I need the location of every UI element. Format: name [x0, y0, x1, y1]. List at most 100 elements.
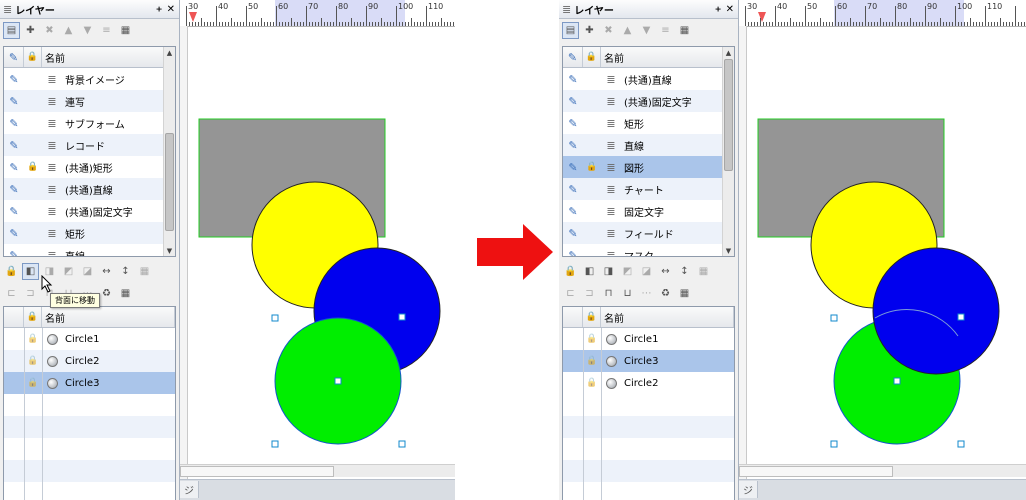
drawing-canvas[interactable] [739, 0, 1026, 500]
edit-pencil-icon[interactable]: ✎ [568, 95, 577, 108]
scroll-up-icon[interactable]: ▲ [723, 47, 734, 58]
layer-properties-icon[interactable]: ▦ [117, 22, 134, 39]
layer-row[interactable]: ✎ ≣ 直線 [563, 134, 734, 156]
layer-row[interactable]: ✎ ≣ 固定文字 [563, 200, 734, 222]
grid-icon[interactable]: ▦ [695, 263, 712, 280]
lock-icon[interactable]: 🔒 [586, 334, 597, 344]
send-to-back-icon[interactable]: ◩ [60, 263, 77, 280]
edit-pencil-icon[interactable]: ✎ [9, 117, 18, 130]
edit-pencil-icon[interactable]: ✎ [9, 249, 18, 257]
object-properties-icon[interactable]: ▦ [117, 285, 134, 302]
layer-row[interactable]: ✎ ≣ (共通)直線 [563, 68, 734, 90]
edit-pencil-icon[interactable]: ✎ [9, 95, 18, 108]
h-scroll-thumb[interactable] [180, 466, 334, 477]
object-row[interactable]: 🔒 Circle2 [4, 350, 175, 372]
align-left-icon[interactable]: ⊏ [3, 285, 20, 302]
scroll-down-icon[interactable]: ▼ [164, 245, 175, 256]
drawing-canvas[interactable] [180, 0, 455, 500]
edit-pencil-icon[interactable]: ✎ [9, 161, 18, 174]
object-row[interactable]: 🔒 Circle1 [4, 328, 175, 350]
layer-up-icon[interactable]: ▲ [60, 22, 77, 39]
edit-pencil-icon[interactable]: ✎ [9, 227, 18, 240]
edit-pencil-icon[interactable]: ✎ [9, 183, 18, 196]
lock-icon[interactable]: 🔒 [586, 162, 597, 172]
lock-icon[interactable]: 🔒 [27, 162, 38, 172]
send-to-back-icon[interactable]: ◩ [619, 263, 636, 280]
edit-pencil-icon[interactable]: ✎ [9, 73, 18, 86]
layer-down-icon[interactable]: ▼ [638, 22, 655, 39]
edit-pencil-icon[interactable]: ✎ [568, 73, 577, 86]
layer-row[interactable]: ✎ ≣ (共通)直線 [4, 178, 175, 200]
edit-pencil-icon[interactable]: ✎ [9, 205, 18, 218]
align-right-icon[interactable]: ⊐ [22, 285, 39, 302]
merge-layer-icon[interactable]: ≡ [657, 22, 674, 39]
h-scroll-thumb[interactable] [739, 466, 893, 477]
edit-pencil-icon[interactable]: ✎ [568, 249, 577, 257]
lock-icon[interactable]: 🔒 [586, 356, 597, 366]
layer-row[interactable]: ✎ ≣ 背景イメージ [4, 68, 175, 90]
lock-icon[interactable]: 🔒 [27, 378, 38, 388]
edit-pencil-icon[interactable]: ✎ [568, 117, 577, 130]
layer-row[interactable]: ✎ ≣ (共通)固定文字 [4, 200, 175, 222]
layer-row[interactable]: ✎ ≣ 矩形 [563, 112, 734, 134]
horizontal-size-icon[interactable]: ↔ [98, 263, 115, 280]
edit-pencil-icon[interactable]: ✎ [568, 161, 577, 174]
lock-icon[interactable]: 🔒 [27, 356, 38, 366]
object-row[interactable]: 🔒 Circle3 [4, 372, 175, 394]
pin-icon[interactable]: ᚐ [157, 4, 162, 15]
lock-icon[interactable]: 🔒 [3, 263, 20, 280]
layer-row[interactable]: ✎ ≣ 連写 [4, 90, 175, 112]
vertical-size-icon[interactable]: ↕ [676, 263, 693, 280]
close-icon[interactable]: ✕ [167, 4, 175, 15]
layer-list-scrollbar[interactable]: ▲ ▼ [722, 47, 734, 256]
scroll-thumb[interactable] [724, 59, 733, 171]
layer-properties-icon[interactable]: ▦ [676, 22, 693, 39]
scroll-up-icon[interactable]: ▲ [164, 47, 175, 58]
object-row[interactable]: 🔒 Circle3 [563, 350, 734, 372]
pin-icon[interactable]: ᚐ [716, 4, 721, 15]
edit-pencil-icon[interactable]: ✎ [568, 183, 577, 196]
edit-pencil-icon[interactable]: ✎ [568, 227, 577, 240]
bring-to-front-icon[interactable]: ◪ [638, 263, 655, 280]
bring-to-front-icon[interactable]: ◪ [79, 263, 96, 280]
layer-row[interactable]: ✎ ≣ レコード [4, 134, 175, 156]
layer-up-icon[interactable]: ▲ [619, 22, 636, 39]
align-left-icon[interactable]: ⊏ [562, 285, 579, 302]
layer-row[interactable]: ✎ ≣ サブフォーム [4, 112, 175, 134]
send-backward-icon[interactable]: ◧ [581, 263, 598, 280]
bring-forward-icon[interactable]: ◨ [600, 263, 617, 280]
add-layer-icon[interactable]: ✚ [581, 22, 598, 39]
horizontal-size-icon[interactable]: ↔ [657, 263, 674, 280]
merge-layer-icon[interactable]: ≡ [98, 22, 115, 39]
layer-view-icon[interactable]: ▤ [3, 21, 20, 39]
scroll-down-icon[interactable]: ▼ [723, 245, 734, 256]
layer-list-scrollbar[interactable]: ▲ ▼ [163, 47, 175, 256]
layer-row[interactable]: ✎ ≣ 矩形 [4, 222, 175, 244]
delete-layer-icon[interactable]: ✖ [600, 22, 617, 39]
layer-row[interactable]: ✎ ≣ チャート [563, 178, 734, 200]
layer-down-icon[interactable]: ▼ [79, 22, 96, 39]
horizontal-scrollbar[interactable] [739, 464, 1026, 477]
lock-icon[interactable]: 🔒 [586, 378, 597, 388]
layer-row[interactable]: ✎ 🔒 ≣ (共通)矩形 [4, 156, 175, 178]
page-tab[interactable]: ジ [739, 481, 758, 498]
page-tab[interactable]: ジ [180, 481, 199, 498]
object-properties-icon[interactable]: ▦ [676, 285, 693, 302]
layer-row[interactable]: ✎ 🔒 ≣ 図形 [563, 156, 734, 178]
grid-icon[interactable]: ▦ [136, 263, 153, 280]
add-layer-icon[interactable]: ✚ [22, 22, 39, 39]
align-right-icon[interactable]: ⊐ [581, 285, 598, 302]
object-row[interactable]: 🔒 Circle2 [563, 372, 734, 394]
align-bottom-icon[interactable]: ⊔ [619, 285, 636, 302]
layer-row[interactable]: ✎ ≣ フィールド [563, 222, 734, 244]
layer-view-icon[interactable]: ▤ [562, 21, 579, 39]
edit-pencil-icon[interactable]: ✎ [568, 139, 577, 152]
layer-row[interactable]: ✎ ≣ (共通)固定文字 [563, 90, 734, 112]
edit-pencil-icon[interactable]: ✎ [568, 205, 577, 218]
layer-row[interactable]: ✎ ≣ 直線 [4, 244, 175, 257]
distribute-icon[interactable]: ⋯ [638, 285, 655, 302]
layer-row[interactable]: ✎ ≣ マスク [563, 244, 734, 257]
recycle-icon[interactable]: ♻ [98, 285, 115, 302]
vertical-size-icon[interactable]: ↕ [117, 263, 134, 280]
delete-layer-icon[interactable]: ✖ [41, 22, 58, 39]
